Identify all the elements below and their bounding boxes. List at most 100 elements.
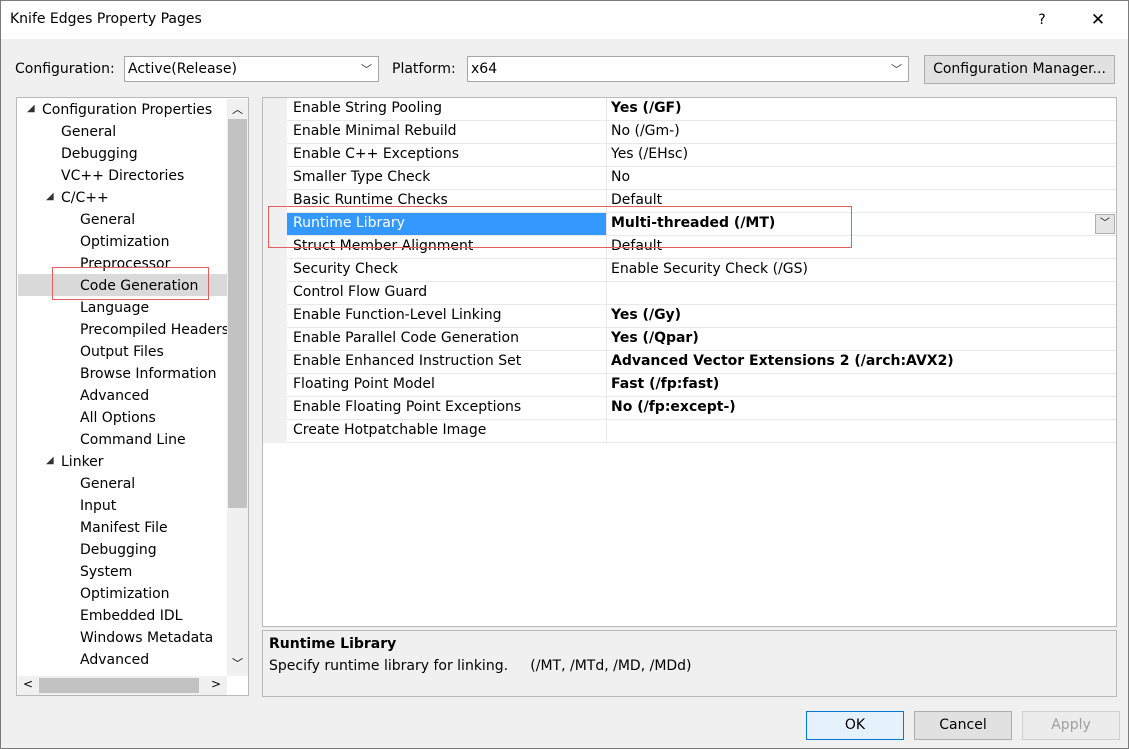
description-panel: Runtime Library Specify runtime library … (262, 630, 1117, 697)
tree-item[interactable]: Manifest File (80, 517, 168, 539)
tree-item[interactable]: Advanced (80, 649, 149, 671)
property-value[interactable]: No (611, 169, 630, 185)
property-grid: Enable String Pooling Yes (/GF) Enable Min… (262, 97, 1117, 627)
tree-item[interactable]: General (61, 121, 116, 143)
property-value[interactable]: Yes (/Qpar) (611, 330, 699, 346)
property-name: Smaller Type Check (293, 169, 431, 185)
property-value[interactable]: Yes (/GF) (611, 100, 682, 116)
tree-item[interactable]: Command Line (80, 429, 186, 451)
scroll-left-icon[interactable]: < (23, 677, 33, 691)
expand-arrow-icon[interactable]: ◢ (46, 455, 54, 466)
tree-item[interactable]: Windows Metadata (80, 627, 213, 649)
tree-item[interactable]: Debugging (80, 539, 157, 561)
tree-item[interactable]: Optimization (80, 231, 170, 253)
column-divider (606, 374, 607, 396)
apply-button[interactable]: Apply (1022, 711, 1120, 740)
tree-item-label: Command Line (80, 432, 186, 448)
runtime-library-dropdown-button[interactable]: ﹀ (1095, 214, 1115, 234)
tree-item[interactable]: Input (80, 495, 116, 517)
close-button[interactable]: ✕ (1079, 6, 1117, 34)
column-divider (606, 98, 607, 120)
tree-item-label: General (80, 212, 136, 228)
tree-item[interactable]: Advanced (80, 385, 149, 407)
tree-item[interactable]: VC++ Directories (61, 165, 184, 187)
tree-item-label: Embedded IDL (80, 608, 183, 624)
description-title: Runtime Library (269, 636, 397, 652)
property-name: Floating Point Model (293, 376, 435, 392)
ok-button[interactable]: OK (806, 711, 904, 740)
tree-item[interactable]: All Options (80, 407, 156, 429)
property-name: Enable Minimal Rebuild (293, 123, 457, 139)
property-value[interactable]: Advanced Vector Extensions 2 (/arch:AVX2… (611, 353, 954, 369)
column-divider (606, 305, 607, 327)
tree-horizontal-thumb[interactable] (39, 678, 199, 693)
property-row[interactable]: Enable Minimal Rebuild No (/Gm-) (287, 121, 1116, 144)
tree-vertical-thumb[interactable] (228, 119, 247, 508)
property-value[interactable]: Yes (/EHsc) (611, 146, 688, 162)
tree-item-label: Configuration Properties (42, 102, 213, 118)
tree-item-label: Advanced (80, 652, 150, 668)
expand-arrow-icon[interactable]: ◢ (27, 103, 35, 114)
tree-item[interactable]: C/C++ (61, 187, 109, 209)
tree-item[interactable]: Precompiled Headers (80, 319, 229, 341)
tree-item[interactable]: Embedded IDL (80, 605, 182, 627)
property-name: Security Check (293, 261, 399, 277)
tree-item[interactable]: Output Files (80, 341, 164, 363)
description-text: Specify runtime library for linking. (/M… (269, 658, 692, 674)
property-row[interactable]: Enable Floating Point Exceptions No (/fp:… (287, 397, 1116, 420)
property-row[interactable]: Smaller Type Check No (287, 167, 1116, 190)
chevron-down-icon: ﹀ (361, 63, 372, 76)
property-row[interactable]: Enable Enhanced Instruction Set Advanced … (287, 351, 1116, 374)
column-divider (606, 167, 607, 189)
tree-item[interactable]: Optimization (80, 583, 170, 605)
highlight-box (268, 206, 852, 248)
expand-arrow-icon[interactable]: ◢ (46, 191, 54, 202)
cancel-button[interactable]: Cancel (914, 711, 1012, 740)
property-row[interactable]: Enable Parallel Code Generation Yes (/Qpa… (287, 328, 1116, 351)
property-name: Create Hotpatchable Image (293, 422, 487, 438)
column-divider (606, 351, 607, 373)
column-divider (606, 420, 607, 442)
platform-combo[interactable]: x64 ﹀ (467, 56, 909, 82)
tree-item-label: C/C++ (61, 190, 109, 206)
column-divider (606, 144, 607, 166)
tree-item[interactable]: General (80, 473, 135, 495)
property-value[interactable]: Fast (/fp:fast) (611, 376, 719, 392)
tree-item[interactable]: Language (80, 297, 149, 319)
tree-item-label: Browse Information (80, 366, 217, 382)
tree-item[interactable]: Browse Information (80, 363, 216, 385)
property-row[interactable]: Enable Function-Level Linking Yes (/Gy) (287, 305, 1116, 328)
property-value[interactable]: No (/fp:except-) (611, 399, 736, 415)
configuration-value: Active(Release) (128, 61, 237, 77)
tree-item-label: Input (80, 498, 117, 514)
configuration-combo[interactable]: Active(Release) ﹀ (124, 56, 379, 82)
scroll-up-icon[interactable]: ︿ (232, 101, 243, 117)
tree-item[interactable]: System (80, 561, 132, 583)
property-row[interactable]: Control Flow Guard (287, 282, 1116, 305)
tree-item-label: Debugging (61, 146, 138, 162)
column-divider (606, 397, 607, 419)
property-name: Enable Parallel Code Generation (293, 330, 519, 346)
scroll-right-icon[interactable]: > (211, 677, 221, 691)
tree-item[interactable]: General (80, 209, 135, 231)
chevron-down-icon: ﹀ (891, 63, 902, 76)
configuration-manager-button[interactable]: Configuration Manager... (924, 55, 1115, 84)
tree-item-label: Precompiled Headers (80, 322, 230, 338)
property-value[interactable]: Yes (/Gy) (611, 307, 681, 323)
scroll-down-icon[interactable]: ﹀ (232, 655, 243, 671)
property-row[interactable]: Enable C++ Exceptions Yes (/EHsc) (287, 144, 1116, 167)
property-row[interactable]: Floating Point Model Fast (/fp:fast) (287, 374, 1116, 397)
property-value[interactable]: No (/Gm-) (611, 123, 680, 139)
property-row[interactable]: Enable String Pooling Yes (/GF) (287, 98, 1116, 121)
help-button[interactable]: ? (1023, 6, 1061, 34)
property-row[interactable]: Create Hotpatchable Image (287, 420, 1116, 443)
tree-item-label: Manifest File (80, 520, 168, 536)
property-name: Control Flow Guard (293, 284, 428, 300)
property-value[interactable]: Enable Security Check (/GS) (611, 261, 808, 277)
tree-item[interactable]: Configuration Properties (42, 99, 212, 121)
title-bar: Knife Edges Property Pages ? ✕ (1, 1, 1128, 39)
tree-item[interactable]: Linker (61, 451, 104, 473)
tree-item[interactable]: Debugging (61, 143, 138, 165)
property-row[interactable]: Security Check Enable Security Check (/GS… (287, 259, 1116, 282)
platform-value: x64 (471, 61, 498, 77)
